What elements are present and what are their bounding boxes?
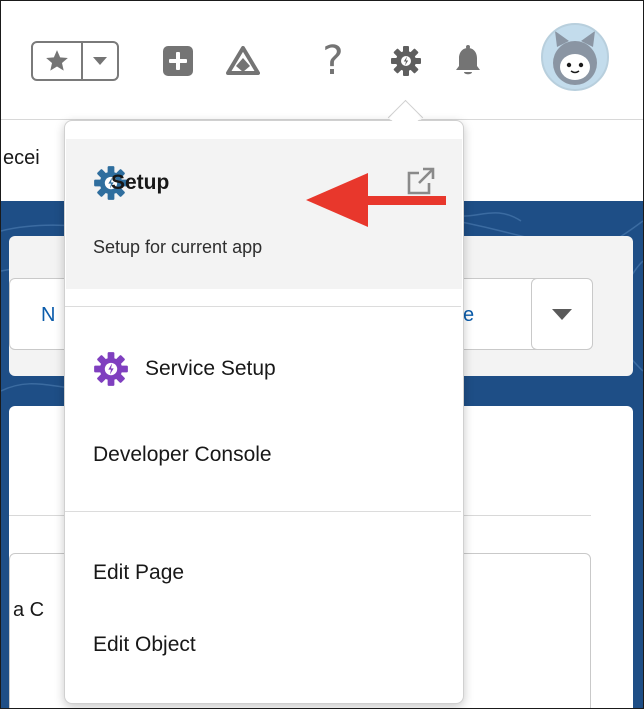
trailhead-icon [226,46,260,75]
caret-down-icon [552,308,572,320]
favorites-button-group [31,41,119,81]
chevron-down-icon [93,57,107,65]
bell-icon [456,45,480,75]
setup-menu-item-label[interactable]: Setup [111,171,169,195]
favorites-dropdown-button[interactable] [83,43,117,79]
more-actions-button[interactable] [531,278,593,350]
related-list-partial-title: a C [13,599,45,621]
global-header: ? [1,1,643,120]
setup-menu-item-description: Setup for current app [93,237,263,257]
global-actions-button[interactable] [156,37,200,85]
menu-divider [65,511,461,512]
service-setup-menu-item[interactable]: Service Setup [145,357,276,381]
app-frame: ecei N se a C [0,0,644,709]
new-action-button-partial[interactable]: N [41,304,55,327]
setup-gear-button[interactable] [384,37,428,85]
notifications-button[interactable] [446,37,490,85]
plus-icon [163,46,193,76]
annotation-arrow-icon [306,173,446,227]
service-setup-gear-icon [94,352,128,386]
guidance-center-button[interactable] [221,37,265,85]
recent-items-partial-label[interactable]: ecei [3,147,40,170]
question-mark-icon: ? [322,38,344,84]
user-avatar-icon[interactable] [541,23,609,91]
favorites-star-button[interactable] [33,43,83,79]
star-icon [46,50,68,71]
help-button[interactable]: ? [311,37,355,85]
edit-object-menu-item[interactable]: Edit Object [93,633,196,657]
astro-avatar-illustration [553,31,597,85]
developer-console-menu-item[interactable]: Developer Console [93,443,272,467]
edit-page-menu-item[interactable]: Edit Page [93,561,184,585]
gear-icon [391,46,421,76]
menu-divider [65,306,461,307]
